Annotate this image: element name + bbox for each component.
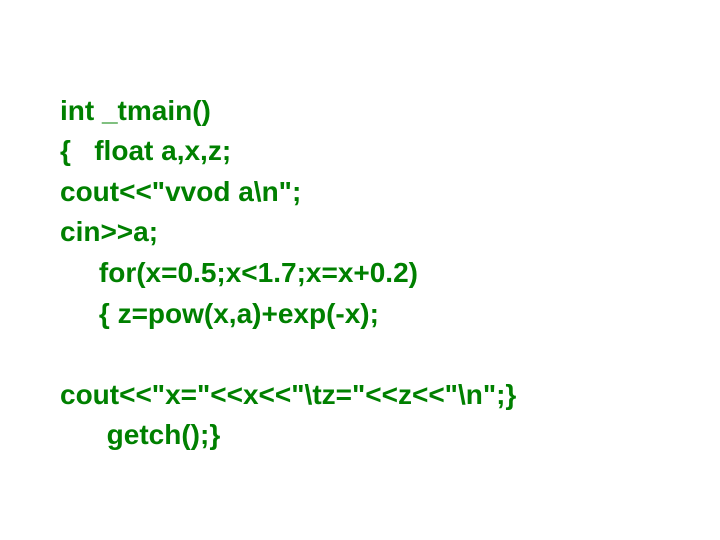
code-line: for(x=0.5;x<1.7;x=x+0.2) [60, 257, 418, 288]
code-line: getch();} [60, 419, 220, 450]
code-line: { z=pow(x,a)+exp(-x); [60, 298, 379, 329]
code-line: cout<<"vvod a\n"; [60, 176, 301, 207]
code-block: int _tmain() { float a,x,z; cout<<"vvod … [0, 0, 720, 456]
code-line: int _tmain() [60, 95, 211, 126]
code-line: { float a,x,z; [60, 135, 231, 166]
code-line: cout<<"x="<<x<<"\tz="<<z<<"\n";} [60, 379, 516, 410]
code-line: cin>>a; [60, 216, 158, 247]
